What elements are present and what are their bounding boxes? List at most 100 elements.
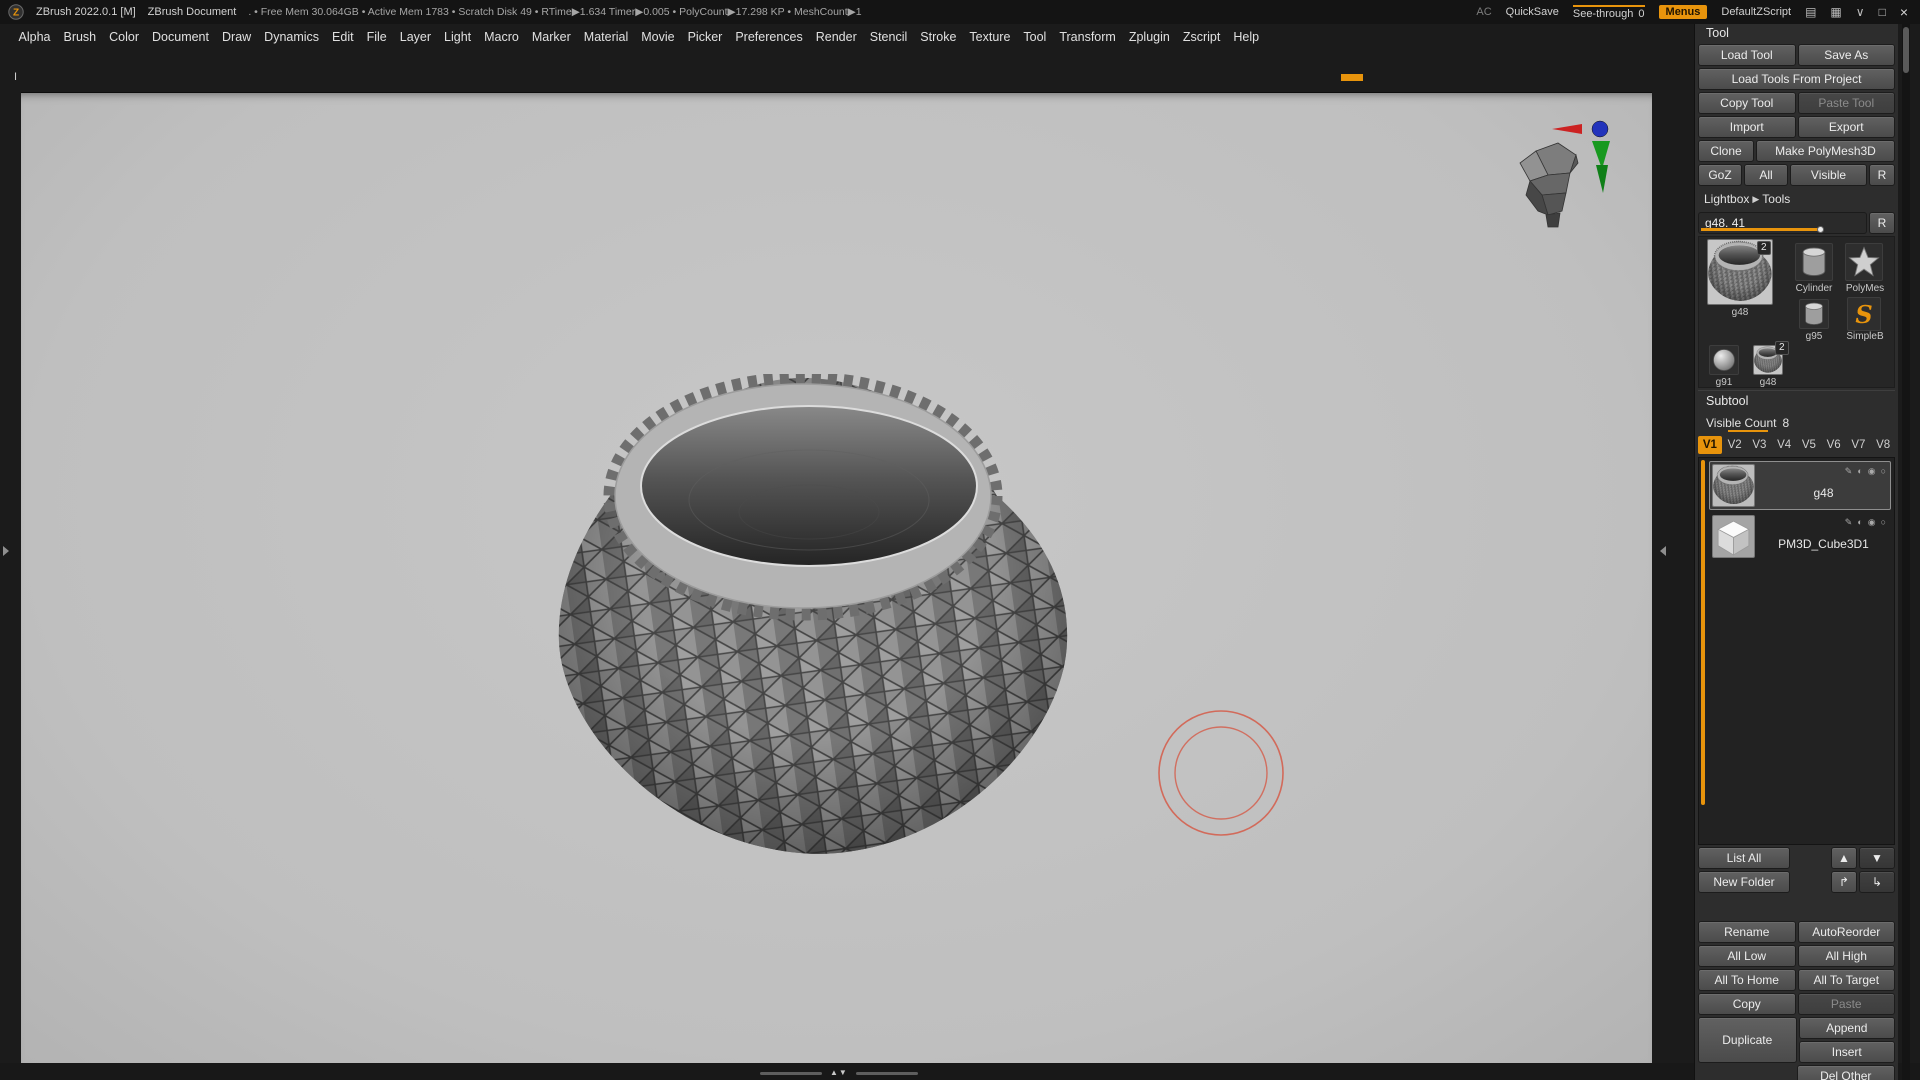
folder-in-icon[interactable]: ↳ bbox=[1859, 871, 1895, 893]
scrub-line-right[interactable] bbox=[855, 1071, 918, 1075]
goz-all-button[interactable]: All bbox=[1744, 164, 1788, 186]
menu-item[interactable]: File bbox=[360, 26, 393, 48]
tab-v7[interactable]: V7 bbox=[1847, 436, 1871, 454]
load-tools-from-project-button[interactable]: Load Tools From Project bbox=[1698, 68, 1895, 90]
subtool-toggle-icon[interactable]: ◐ bbox=[1857, 466, 1862, 476]
tab-v6[interactable]: V6 bbox=[1822, 436, 1846, 454]
tool-thumb-cylinder[interactable] bbox=[1795, 243, 1833, 281]
export-button[interactable]: Export bbox=[1797, 116, 1895, 138]
lightbox-label[interactable]: Lightbox bbox=[1704, 192, 1749, 206]
slider-r-button[interactable]: R bbox=[1869, 212, 1895, 234]
subtool-toggle-icon[interactable]: ◉ bbox=[1868, 466, 1876, 477]
menu-item[interactable]: Tool bbox=[1017, 26, 1053, 48]
subtool-toggle-icon[interactable]: ◉ bbox=[1868, 517, 1876, 528]
close-icon[interactable]: × bbox=[1900, 4, 1908, 20]
menu-item[interactable]: Layer bbox=[393, 26, 437, 48]
load-tool-button[interactable]: Load Tool bbox=[1698, 44, 1796, 66]
save-as-button[interactable]: Save As bbox=[1797, 44, 1895, 66]
subtool-section-header[interactable]: Subtool bbox=[1698, 390, 1895, 411]
restore-icon[interactable]: □ bbox=[1879, 5, 1886, 19]
camera-gizmo[interactable] bbox=[1508, 115, 1632, 249]
active-tool-slider[interactable]: g48. 41 bbox=[1698, 212, 1867, 234]
make-polymesh3d-button[interactable]: Make PolyMesh3D bbox=[1756, 140, 1895, 162]
menu-item[interactable]: Dynamics bbox=[258, 26, 326, 48]
tool-thumb-polymesh-star[interactable] bbox=[1845, 243, 1883, 281]
subtool-up-icon[interactable]: ▲ bbox=[1831, 847, 1857, 869]
list-all-button[interactable]: List All bbox=[1698, 847, 1790, 869]
subtool-item-pm3d-cube[interactable]: ✎ ◐ ◉ ○ PM3D_Cube3D1 bbox=[1709, 512, 1891, 561]
rename-button[interactable]: Rename bbox=[1698, 921, 1796, 943]
tool-thumb-simplebrush[interactable]: S bbox=[1847, 297, 1881, 331]
new-folder-button[interactable]: New Folder bbox=[1698, 871, 1790, 893]
subtool-scrollbar[interactable] bbox=[1701, 460, 1705, 805]
duplicate-button[interactable]: Duplicate bbox=[1698, 1017, 1797, 1063]
tab-v5[interactable]: V5 bbox=[1797, 436, 1821, 454]
autoreorder-button[interactable]: AutoReorder bbox=[1797, 921, 1895, 943]
right-tray-toggle-icon[interactable] bbox=[1660, 546, 1666, 556]
see-through-slider[interactable]: See-through 0 bbox=[1572, 4, 1645, 20]
menu-item[interactable]: Document bbox=[146, 26, 216, 48]
ac-button[interactable]: AC bbox=[1476, 6, 1491, 18]
subtool-down-icon[interactable]: ▼ bbox=[1859, 847, 1895, 869]
all-high-button[interactable]: All High bbox=[1797, 945, 1895, 967]
menu-item[interactable]: Marker bbox=[525, 26, 577, 48]
visible-count-slider[interactable]: Visible Count 8 bbox=[1698, 413, 1895, 433]
menu-item[interactable]: Draw bbox=[216, 26, 258, 48]
left-tray-toggle-icon[interactable] bbox=[3, 546, 9, 556]
menu-item[interactable]: Picker bbox=[681, 26, 729, 48]
goz-visible-button[interactable]: Visible bbox=[1790, 164, 1867, 186]
copy-subtool-button[interactable]: Copy bbox=[1698, 993, 1796, 1015]
menu-item[interactable]: Stencil bbox=[863, 26, 914, 48]
panel-scrollbar[interactable] bbox=[1902, 24, 1910, 1080]
subtool-toggle-icon[interactable]: ○ bbox=[1881, 466, 1886, 476]
menu-item[interactable]: Stroke bbox=[914, 26, 963, 48]
subtool-thumb-g48[interactable] bbox=[1712, 464, 1755, 507]
subtool-thumb-cube[interactable] bbox=[1712, 515, 1755, 558]
menu-item[interactable]: Material bbox=[577, 26, 634, 48]
menu-item[interactable]: Transform bbox=[1053, 26, 1123, 48]
menu-item[interactable]: Alpha bbox=[12, 26, 57, 48]
panel-scrollbar-thumb[interactable] bbox=[1903, 27, 1909, 73]
panel-layout-icon[interactable]: ▤ bbox=[1805, 5, 1816, 19]
menu-item[interactable]: Movie bbox=[635, 26, 681, 48]
menu-item[interactable]: Macro bbox=[478, 26, 526, 48]
menu-item[interactable]: Zscript bbox=[1176, 26, 1227, 48]
append-button[interactable]: Append bbox=[1798, 1017, 1895, 1039]
menu-item[interactable]: Brush bbox=[57, 26, 103, 48]
document-canvas[interactable] bbox=[21, 92, 1652, 1063]
menus-button[interactable]: Menus bbox=[1658, 5, 1708, 19]
menu-item[interactable]: Zplugin bbox=[1122, 26, 1176, 48]
sculpt-model-3d[interactable] bbox=[557, 374, 1071, 870]
menu-item[interactable]: Texture bbox=[963, 26, 1017, 48]
menu-item[interactable]: Color bbox=[103, 26, 146, 48]
subtool-toggle-icon[interactable]: ○ bbox=[1881, 517, 1886, 527]
scrub-arrows-icon[interactable]: ▲▼ bbox=[830, 1069, 848, 1077]
all-low-button[interactable]: All Low bbox=[1698, 945, 1796, 967]
folder-out-icon[interactable]: ↱ bbox=[1831, 871, 1857, 893]
lightbox-tools-label[interactable]: Tools bbox=[1762, 192, 1790, 206]
goz-button[interactable]: GoZ bbox=[1698, 164, 1742, 186]
goz-r-button[interactable]: R bbox=[1869, 164, 1895, 186]
quicksave-button[interactable]: QuickSave bbox=[1506, 6, 1559, 18]
menu-item[interactable]: Light bbox=[438, 26, 478, 48]
all-to-home-button[interactable]: All To Home bbox=[1698, 969, 1796, 991]
del-other-button[interactable]: Del Other bbox=[1796, 1065, 1895, 1080]
menu-item[interactable]: Edit bbox=[326, 26, 361, 48]
minimize-icon[interactable]: ∨ bbox=[1856, 5, 1865, 19]
slider-handle[interactable] bbox=[1817, 226, 1825, 233]
tab-v4[interactable]: V4 bbox=[1772, 436, 1796, 454]
tab-v8[interactable]: V8 bbox=[1871, 436, 1895, 454]
clone-button[interactable]: Clone bbox=[1698, 140, 1754, 162]
tool-thumb-g91[interactable] bbox=[1709, 345, 1739, 375]
subtool-toggle-icon[interactable]: ✎ bbox=[1845, 466, 1853, 477]
subtool-toggle-icon[interactable]: ◐ bbox=[1857, 517, 1862, 527]
insert-button[interactable]: Insert bbox=[1798, 1041, 1895, 1063]
grid-layout-icon[interactable]: ▦ bbox=[1830, 5, 1841, 19]
timeline-scrubber[interactable]: ▲▼ bbox=[760, 1069, 918, 1077]
menu-item[interactable]: Render bbox=[809, 26, 863, 48]
timeline-cursor[interactable]: I bbox=[14, 71, 17, 83]
copy-tool-button[interactable]: Copy Tool bbox=[1698, 92, 1796, 114]
all-to-target-button[interactable]: All To Target bbox=[1797, 969, 1895, 991]
menu-item[interactable]: Help bbox=[1227, 26, 1266, 48]
subtool-item-g48[interactable]: ✎ ◐ ◉ ○ g48 bbox=[1709, 461, 1891, 510]
